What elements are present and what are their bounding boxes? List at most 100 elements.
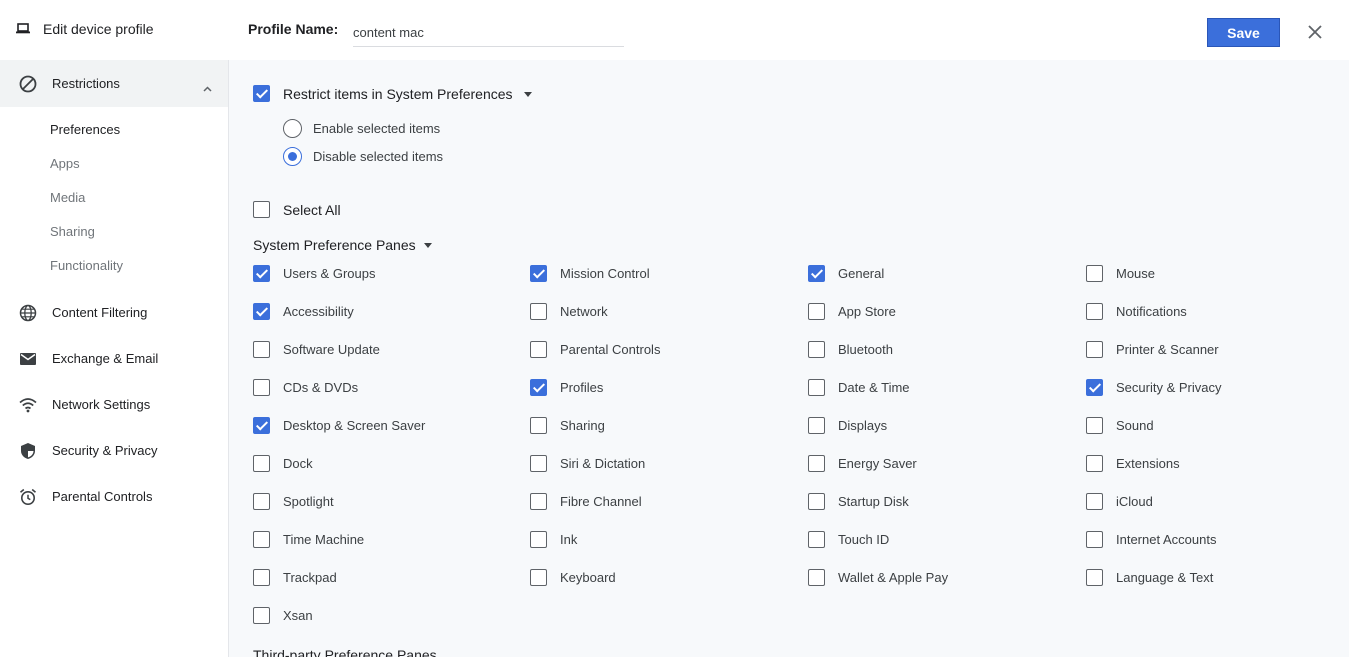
pane-label-notifications: Notifications xyxy=(1116,304,1187,319)
pane-checkbox-printer-scanner[interactable] xyxy=(1086,341,1103,358)
close-icon[interactable] xyxy=(1306,23,1324,41)
select-all-checkbox[interactable] xyxy=(253,201,270,218)
pane-label-bluetooth: Bluetooth xyxy=(838,342,893,357)
pane-checkbox-ink[interactable] xyxy=(530,531,547,548)
pane-checkbox-internet-accounts[interactable] xyxy=(1086,531,1103,548)
pane-checkbox-language-text[interactable] xyxy=(1086,569,1103,586)
sidebar-item-parental-controls[interactable]: Parental Controls xyxy=(0,479,228,515)
pane-label-mission-control: Mission Control xyxy=(560,266,650,281)
pane-label-startup-disk: Startup Disk xyxy=(838,494,909,509)
profile-name-label: Profile Name: xyxy=(248,21,339,37)
enable-selected-radio[interactable] xyxy=(283,119,302,138)
pane-label-desktop-screen-saver: Desktop & Screen Saver xyxy=(283,418,426,433)
pane-label-sharing: Sharing xyxy=(560,418,605,433)
pane-checkbox-startup-disk[interactable] xyxy=(808,493,825,510)
pane-label-network: Network xyxy=(560,304,608,319)
pane-checkbox-security-privacy[interactable] xyxy=(1086,379,1103,396)
pane-label-internet-accounts: Internet Accounts xyxy=(1116,532,1217,547)
pane-checkbox-trackpad[interactable] xyxy=(253,569,270,586)
page-title: Edit device profile xyxy=(43,21,154,37)
pane-label-icloud: iCloud xyxy=(1116,494,1153,509)
pane-checkbox-software-update[interactable] xyxy=(253,341,270,358)
pane-checkbox-cds-dvds[interactable] xyxy=(253,379,270,396)
pane-checkbox-icloud[interactable] xyxy=(1086,493,1103,510)
sidebar-item-label: Content Filtering xyxy=(52,305,148,320)
sidebar-sub-sharing[interactable]: Sharing xyxy=(50,224,95,239)
pane-checkbox-energy-saver[interactable] xyxy=(808,455,825,472)
pane-label-printer-scanner: Printer & Scanner xyxy=(1116,342,1219,357)
save-button[interactable]: Save xyxy=(1207,18,1280,47)
pane-checkbox-wallet-apple-pay[interactable] xyxy=(808,569,825,586)
pane-label-parental-controls: Parental Controls xyxy=(560,342,661,357)
pane-checkbox-mouse[interactable] xyxy=(1086,265,1103,282)
select-all-label: Select All xyxy=(283,202,341,218)
restrict-checkbox[interactable] xyxy=(253,85,270,102)
pane-checkbox-extensions[interactable] xyxy=(1086,455,1103,472)
pane-label-energy-saver: Energy Saver xyxy=(838,456,917,471)
pane-label-profiles: Profiles xyxy=(560,380,604,395)
pane-label-touch-id: Touch ID xyxy=(838,532,890,547)
sidebar-item-content-filtering[interactable]: Content Filtering xyxy=(0,295,228,331)
pane-checkbox-touch-id[interactable] xyxy=(808,531,825,548)
pane-checkbox-time-machine[interactable] xyxy=(253,531,270,548)
pane-label-software-update: Software Update xyxy=(283,342,380,357)
pane-checkbox-date-time[interactable] xyxy=(808,379,825,396)
pane-checkbox-sharing[interactable] xyxy=(530,417,547,434)
header-left: Edit device profile xyxy=(0,0,229,60)
pane-checkbox-app-store[interactable] xyxy=(808,303,825,320)
pane-checkbox-accessibility[interactable] xyxy=(253,303,270,320)
sidebar-sub-media[interactable]: Media xyxy=(50,190,85,205)
pane-label-extensions: Extensions xyxy=(1116,456,1180,471)
pane-checkbox-xsan[interactable] xyxy=(253,607,270,624)
third-party-title: Third-party Preference Panes xyxy=(253,647,437,657)
pane-label-spotlight: Spotlight xyxy=(283,494,334,509)
alarm-clock-icon xyxy=(19,488,37,509)
pane-checkbox-sound[interactable] xyxy=(1086,417,1103,434)
pane-label-general: General xyxy=(838,266,885,281)
pane-checkbox-notifications[interactable] xyxy=(1086,303,1103,320)
pane-checkbox-displays[interactable] xyxy=(808,417,825,434)
sidebar-item-exchange-email[interactable]: Exchange & Email xyxy=(0,341,228,377)
pane-checkbox-bluetooth[interactable] xyxy=(808,341,825,358)
pane-label-time-machine: Time Machine xyxy=(283,532,365,547)
pane-checkbox-keyboard[interactable] xyxy=(530,569,547,586)
pane-checkbox-users-groups[interactable] xyxy=(253,265,270,282)
sidebar-sub-preferences[interactable]: Preferences xyxy=(50,122,120,137)
pane-checkbox-mission-control[interactable] xyxy=(530,265,547,282)
sidebar-sub-apps[interactable]: Apps xyxy=(50,156,80,171)
laptop-icon xyxy=(16,22,30,37)
pane-checkbox-profiles[interactable] xyxy=(530,379,547,396)
pane-checkbox-network[interactable] xyxy=(530,303,547,320)
caret-down-icon[interactable] xyxy=(424,243,432,248)
pane-checkbox-desktop-screen-saver[interactable] xyxy=(253,417,270,434)
pane-checkbox-dock[interactable] xyxy=(253,455,270,472)
disable-selected-radio[interactable] xyxy=(283,147,302,166)
pane-checkbox-general[interactable] xyxy=(808,265,825,282)
pane-label-trackpad: Trackpad xyxy=(283,570,337,585)
pane-label-wallet-apple-pay: Wallet & Apple Pay xyxy=(838,570,949,585)
sidebar-section-restrictions[interactable]: Restrictions xyxy=(0,60,228,107)
sidebar-sub-functionality[interactable]: Functionality xyxy=(50,258,123,273)
pane-label-accessibility: Accessibility xyxy=(283,304,354,319)
pane-label-date-time: Date & Time xyxy=(838,380,910,395)
chevron-up-icon[interactable] xyxy=(203,80,212,95)
sidebar-item-network-settings[interactable]: Network Settings xyxy=(0,387,228,423)
caret-down-icon[interactable] xyxy=(524,92,532,97)
pane-checkbox-siri-dictation[interactable] xyxy=(530,455,547,472)
sidebar-section-label: Restrictions xyxy=(52,76,120,91)
restrict-label: Restrict items in System Preferences xyxy=(283,86,513,102)
pane-label-language-text: Language & Text xyxy=(1116,570,1214,585)
pane-checkbox-spotlight[interactable] xyxy=(253,493,270,510)
sidebar: Restrictions Preferences Apps Media Shar… xyxy=(0,60,229,657)
disable-selected-label: Disable selected items xyxy=(313,149,444,164)
wifi-icon xyxy=(19,396,37,417)
pane-checkbox-fibre-channel[interactable] xyxy=(530,493,547,510)
profile-name-input[interactable] xyxy=(353,18,624,47)
pane-label-users-groups: Users & Groups xyxy=(283,266,376,281)
pane-label-ink: Ink xyxy=(560,532,578,547)
pane-label-cds-dvds: CDs & DVDs xyxy=(283,380,359,395)
enable-selected-label: Enable selected items xyxy=(313,121,441,136)
pane-label-xsan: Xsan xyxy=(283,608,313,623)
sidebar-item-security-privacy[interactable]: Security & Privacy xyxy=(0,433,228,469)
pane-checkbox-parental-controls[interactable] xyxy=(530,341,547,358)
